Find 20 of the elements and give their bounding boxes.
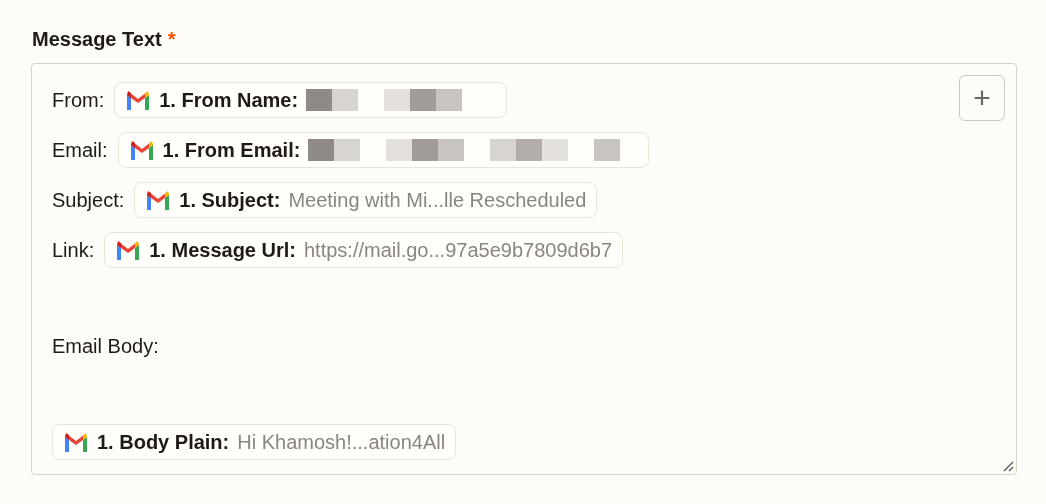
data-token[interactable]: 1. From Name: <box>114 82 508 118</box>
resize-handle-icon[interactable] <box>1002 460 1014 472</box>
line-label: Link: <box>52 238 95 262</box>
line-label: Email: <box>52 138 108 162</box>
required-mark: * <box>167 28 176 51</box>
line-label: Subject: <box>52 188 125 212</box>
field-label: Message Text <box>32 28 162 51</box>
add-button[interactable]: + <box>959 75 1005 121</box>
gmail-icon <box>125 90 152 110</box>
data-token[interactable]: 1. From Email: <box>117 132 650 168</box>
data-token[interactable]: 1. Message Url: https://mail.go...97a5e9b7809d6b7 <box>104 232 623 268</box>
gmail-icon <box>145 190 172 210</box>
gmail-icon <box>115 240 142 260</box>
line-label: From: <box>52 88 105 112</box>
message-text-field[interactable] <box>31 63 1017 475</box>
body-label: Email Body: <box>52 334 159 358</box>
gmail-icon <box>63 432 89 452</box>
data-token[interactable]: 1. Subject: Meeting with Mi...lle Rescheduled <box>134 182 598 218</box>
gmail-icon <box>128 140 155 160</box>
data-token[interactable]: 1. Body Plain: Hi Khamosh!...ation4All <box>52 424 457 460</box>
